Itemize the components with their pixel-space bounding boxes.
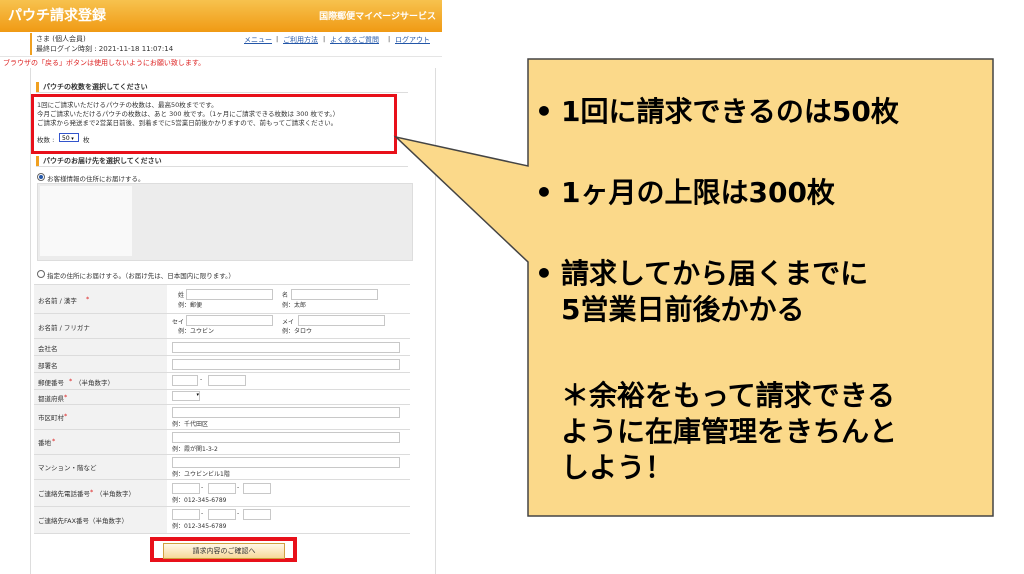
callout-note: ＊余裕をもって請求できる ように在庫管理をきちんと しよう！ [561, 378, 897, 486]
bullet: • [535, 257, 553, 290]
callout-point-2: • 1ヶ月の上限は300枚 [535, 175, 835, 211]
callout-point-2-text: 1ヶ月の上限は300枚 [561, 176, 835, 209]
callout-note-line3: しよう！ [561, 451, 674, 484]
callout-point-3-line2: 5営業日前後かかる [561, 293, 805, 326]
callout-point-1-text: 1回に請求できるのは50枚 [561, 95, 899, 128]
callout-bubble [393, 58, 994, 517]
callout-point-3: • 請求してから届くまでに 5営業日前後かかる [535, 256, 869, 328]
bullet: • [535, 176, 553, 209]
callout-point-3-line1: 請求してから届くまでに [561, 257, 869, 290]
callout-note-line2: ように在庫管理をきちんと [561, 415, 898, 448]
callout-point-1: • 1回に請求できるのは50枚 [535, 94, 899, 130]
bullet: • [535, 95, 553, 128]
callout-note-line1: ＊余裕をもって請求できる [561, 379, 896, 412]
